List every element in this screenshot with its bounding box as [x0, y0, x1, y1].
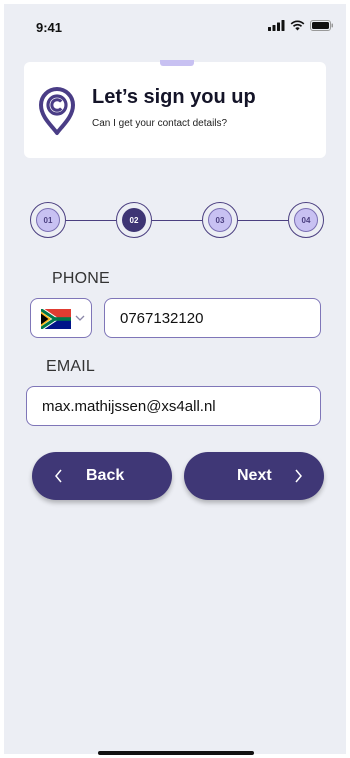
step-connector — [152, 220, 202, 221]
app-screen: 9:41 Let’s sign you up Can I get your co… — [4, 4, 346, 755]
email-input[interactable] — [26, 386, 321, 426]
next-button-label: Next — [237, 467, 272, 484]
wifi-icon — [290, 20, 305, 31]
step-1: 01 — [30, 202, 66, 238]
step-3: 03 — [202, 202, 238, 238]
status-bar: 9:41 — [4, 4, 346, 48]
step-2-current: 02 — [116, 202, 152, 238]
progress-stepper: 01 02 03 04 — [4, 202, 346, 238]
status-icons — [268, 20, 334, 31]
phone-input[interactable] — [104, 298, 321, 338]
header-card: Let’s sign you up Can I get your contact… — [24, 60, 326, 158]
home-indicator[interactable] — [98, 751, 254, 755]
back-button[interactable]: Back — [32, 452, 172, 500]
step-connector — [66, 220, 116, 221]
signal-icon — [268, 20, 285, 31]
battery-icon — [310, 20, 333, 31]
chevron-down-icon — [75, 315, 85, 321]
email-label: EMAIL — [46, 358, 96, 375]
card-accent-tab — [160, 60, 194, 66]
chevron-left-icon — [55, 469, 62, 483]
location-pin-logo-icon — [39, 87, 75, 135]
step-4-number: 04 — [294, 208, 318, 232]
country-code-select[interactable] — [30, 298, 92, 338]
phone-label: PHONE — [52, 270, 110, 287]
status-time: 9:41 — [36, 20, 63, 35]
next-button[interactable]: Next — [184, 452, 324, 500]
chevron-right-icon — [295, 469, 302, 483]
south-africa-flag-icon — [41, 309, 71, 329]
page-subtitle: Can I get your contact details? — [92, 118, 228, 129]
step-1-number: 01 — [36, 208, 60, 232]
page-title: Let’s sign you up — [92, 86, 256, 108]
back-button-label: Back — [86, 467, 125, 484]
step-connector — [238, 220, 288, 221]
step-3-number: 03 — [208, 208, 232, 232]
step-4: 04 — [288, 202, 324, 238]
step-2-number: 02 — [122, 208, 146, 232]
